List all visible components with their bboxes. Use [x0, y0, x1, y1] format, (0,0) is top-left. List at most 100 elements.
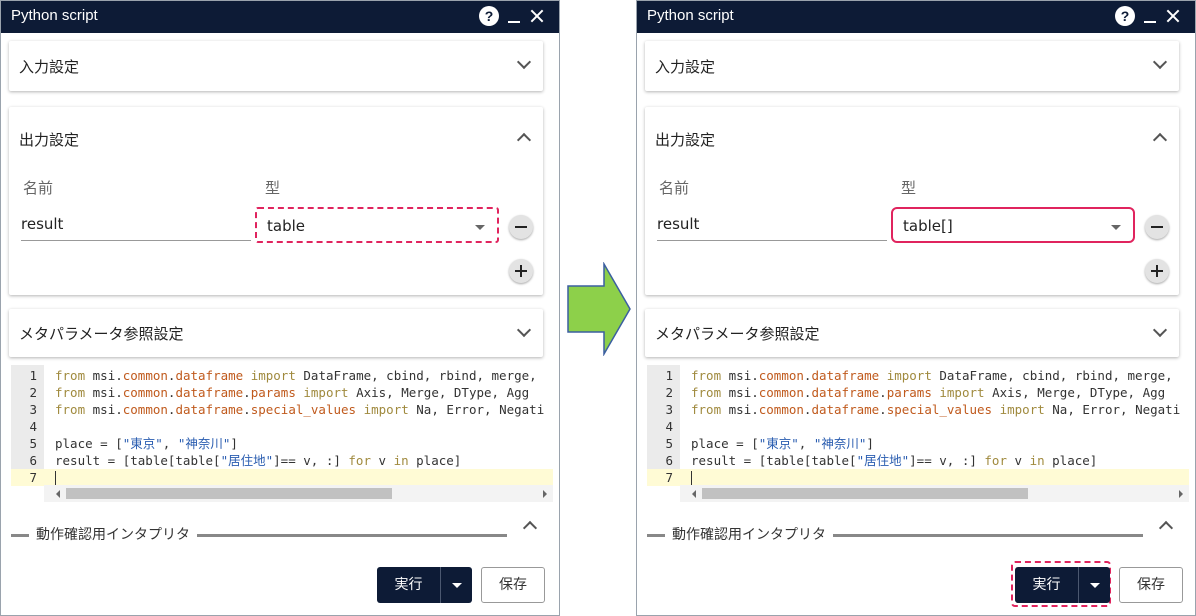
- code-line[interactable]: 4: [11, 418, 553, 435]
- code-line[interactable]: 6 result = [table[table["居住地"]== v, :] fo…: [647, 452, 1189, 469]
- line-number: 7: [665, 470, 673, 485]
- dialog-title: Python script: [11, 7, 98, 24]
- line-number: 5: [665, 436, 673, 451]
- code-line[interactable]: 5 place = ["東京", "神奈川"]: [11, 435, 553, 452]
- type-column-header: 型: [265, 179, 281, 197]
- chevron-up-icon[interactable]: [1152, 132, 1168, 148]
- code-line[interactable]: 5 place = ["東京", "神奈川"]: [647, 435, 1189, 452]
- chevron-down-icon[interactable]: [516, 54, 532, 70]
- output-type-value: table: [267, 217, 305, 235]
- line-number: 2: [665, 385, 673, 400]
- code-text: place = ["東京", "神奈川"]: [691, 436, 874, 451]
- code-line[interactable]: 7: [11, 469, 553, 486]
- horizontal-scrollbar[interactable]: [680, 485, 1189, 502]
- output-settings-label: 出力設定: [655, 131, 716, 149]
- line-number: 2: [29, 385, 37, 400]
- code-line[interactable]: 7: [647, 469, 1189, 486]
- line-number: 3: [665, 402, 673, 417]
- code-text: from msi.common.dataframe.params import …: [691, 385, 1166, 400]
- code-editor[interactable]: 1 from msi.common.dataframe import DataFr…: [647, 365, 1189, 503]
- python-script-dialog-before: Python script ? 入力設定 出力設定 名前 型 result ta…: [0, 0, 560, 616]
- code-text: from msi.common.dataframe.special_values…: [55, 402, 545, 417]
- chevron-down-icon[interactable]: [1152, 54, 1168, 70]
- interpreter-label: 動作確認用インタプリタ: [672, 524, 830, 544]
- input-settings-label: 入力設定: [19, 58, 80, 76]
- text-cursor: [691, 471, 692, 485]
- horizontal-scrollbar[interactable]: [44, 485, 553, 502]
- output-type-select[interactable]: table: [255, 207, 499, 243]
- type-column-header: 型: [901, 179, 917, 197]
- line-number: 4: [29, 419, 37, 434]
- scrollbar-thumb[interactable]: [66, 488, 392, 499]
- line-number: 5: [29, 436, 37, 451]
- dropdown-caret-icon: [475, 225, 485, 230]
- line-number: 6: [29, 453, 37, 468]
- chevron-up-icon[interactable]: [522, 520, 538, 536]
- input-settings-section[interactable]: 入力設定: [645, 41, 1179, 91]
- code-text: place = ["東京", "神奈川"]: [55, 436, 238, 451]
- close-icon[interactable]: [1165, 6, 1181, 26]
- code-line[interactable]: 2 from msi.common.dataframe.params import…: [11, 384, 553, 401]
- close-icon[interactable]: [529, 6, 545, 26]
- run-options-dropdown-button[interactable]: [1078, 567, 1110, 603]
- add-output-button[interactable]: [509, 259, 533, 283]
- output-settings-section: 出力設定 名前 型 result table: [9, 107, 543, 295]
- save-button[interactable]: 保存: [1119, 567, 1183, 603]
- minimize-icon[interactable]: [507, 6, 521, 26]
- code-text: result = [table[table["居住地"]== v, :] for…: [691, 453, 1098, 468]
- run-button-group: 実行: [1015, 567, 1110, 603]
- output-type-select[interactable]: table[]: [891, 207, 1135, 243]
- code-editor[interactable]: 1 from msi.common.dataframe import DataFr…: [11, 365, 553, 503]
- meta-parameter-section[interactable]: メタパラメータ参照設定: [645, 309, 1179, 357]
- save-button[interactable]: 保存: [481, 567, 545, 603]
- code-line[interactable]: 6 result = [table[table["居住地"]== v, :] fo…: [11, 452, 553, 469]
- remove-output-button[interactable]: [509, 215, 533, 239]
- code-line[interactable]: 1 from msi.common.dataframe import DataFr…: [11, 367, 553, 384]
- interpreter-section-header: 動作確認用インタプリタ: [647, 523, 1147, 544]
- output-name-input[interactable]: result: [657, 207, 887, 241]
- chevron-down-icon[interactable]: [1152, 322, 1168, 338]
- code-line[interactable]: 3 from msi.common.dataframe.special_value…: [647, 401, 1189, 418]
- code-line[interactable]: 1 from msi.common.dataframe import DataFr…: [647, 367, 1189, 384]
- name-column-header: 名前: [23, 179, 54, 197]
- dialog-titlebar: Python script ?: [1, 1, 559, 33]
- name-column-header: 名前: [659, 179, 690, 197]
- add-output-button[interactable]: [1145, 259, 1169, 283]
- chevron-up-icon[interactable]: [516, 132, 532, 148]
- output-settings-label: 出力設定: [19, 131, 80, 149]
- scrollbar-thumb[interactable]: [702, 488, 1028, 499]
- scroll-right-icon[interactable]: [1179, 490, 1183, 498]
- run-button-group: 実行: [377, 567, 472, 603]
- meta-parameter-section[interactable]: メタパラメータ参照設定: [9, 309, 543, 357]
- input-settings-section[interactable]: 入力設定: [9, 41, 543, 91]
- remove-output-button[interactable]: [1145, 215, 1169, 239]
- minimize-icon[interactable]: [1143, 6, 1157, 26]
- code-line[interactable]: 2 from msi.common.dataframe.params import…: [647, 384, 1189, 401]
- run-options-dropdown-button[interactable]: [440, 567, 472, 603]
- line-number: 4: [665, 419, 673, 434]
- scroll-left-icon[interactable]: [692, 490, 696, 498]
- line-number: 1: [29, 368, 37, 383]
- code-line[interactable]: 3 from msi.common.dataframe.special_value…: [11, 401, 553, 418]
- help-icon[interactable]: ?: [479, 6, 499, 26]
- code-line[interactable]: 4: [647, 418, 1189, 435]
- output-type-value: table[]: [903, 217, 953, 235]
- chevron-down-icon[interactable]: [516, 322, 532, 338]
- run-button[interactable]: 実行: [377, 567, 440, 603]
- scroll-right-icon[interactable]: [543, 490, 547, 498]
- scroll-left-icon[interactable]: [56, 490, 60, 498]
- code-text: from msi.common.dataframe.params import …: [55, 385, 530, 400]
- meta-parameter-label: メタパラメータ参照設定: [655, 325, 820, 343]
- output-name-input[interactable]: result: [21, 207, 251, 241]
- chevron-up-icon[interactable]: [1158, 520, 1174, 536]
- output-settings-section: 出力設定 名前 型 result table[]: [645, 107, 1179, 295]
- transition-arrow-icon: [567, 262, 631, 356]
- line-number: 6: [665, 453, 673, 468]
- run-button[interactable]: 実行: [1015, 567, 1078, 603]
- help-icon[interactable]: ?: [1115, 6, 1135, 26]
- input-settings-label: 入力設定: [655, 58, 716, 76]
- code-text: from msi.common.dataframe.special_values…: [691, 402, 1181, 417]
- code-text: from msi.common.dataframe import DataFra…: [691, 368, 1173, 383]
- text-cursor: [55, 471, 56, 485]
- line-number: 3: [29, 402, 37, 417]
